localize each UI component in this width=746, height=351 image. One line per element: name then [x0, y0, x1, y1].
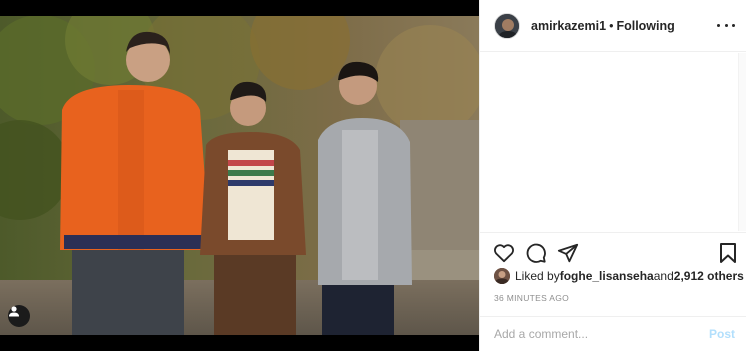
- post-header: amirkazemi1 • Following: [480, 0, 746, 52]
- header-separator: •: [609, 18, 614, 33]
- likes-middle: and: [653, 269, 674, 283]
- likes-summary: Liked by foghe_lisanseha and 2,912 other…: [494, 268, 744, 284]
- liker-avatar[interactable]: [494, 268, 510, 284]
- action-bar: [480, 232, 746, 272]
- photo-image: [0, 0, 479, 351]
- follow-status-button[interactable]: Following: [616, 19, 674, 33]
- comment-bubble-icon[interactable]: [524, 241, 548, 265]
- liker-username[interactable]: foghe_lisanseha: [560, 269, 654, 283]
- comments-scrollbar[interactable]: [738, 53, 746, 231]
- comment-bar: Post: [480, 316, 746, 351]
- post-photo[interactable]: [0, 0, 479, 351]
- liker-avatar-image: [494, 268, 510, 284]
- user-tag-icon: [9, 306, 19, 317]
- bookmark-icon[interactable]: [716, 241, 740, 265]
- header-text: amirkazemi1 • Following: [531, 19, 675, 33]
- more-options-icon[interactable]: [717, 18, 735, 32]
- post-timestamp[interactable]: 36 MINUTES AGO: [494, 293, 569, 303]
- user-tag-button[interactable]: [8, 305, 30, 327]
- paper-plane-icon[interactable]: [556, 241, 580, 265]
- post-side-panel: amirkazemi1 • Following Liked by foghe_l…: [479, 0, 746, 351]
- comment-input[interactable]: [494, 327, 709, 341]
- likes-count-link[interactable]: 2,912 others: [674, 269, 744, 283]
- author-avatar[interactable]: [494, 12, 520, 39]
- author-username[interactable]: amirkazemi1: [531, 19, 606, 33]
- likes-prefix: Liked by: [515, 269, 560, 283]
- heart-icon[interactable]: [492, 241, 516, 265]
- avatar-image: [495, 13, 519, 38]
- post-comment-button[interactable]: Post: [709, 327, 735, 341]
- comments-area[interactable]: [480, 53, 746, 231]
